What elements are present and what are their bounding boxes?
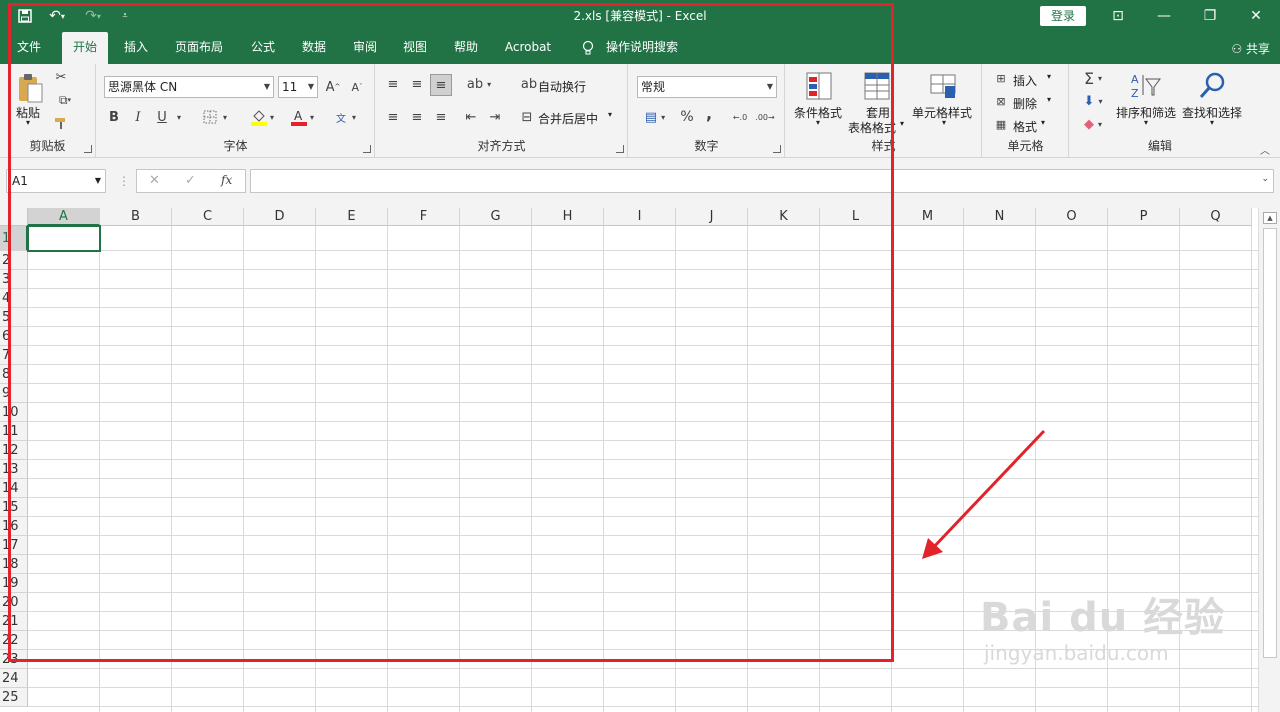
watermark-url: jingyan.baidu.com xyxy=(984,641,1169,665)
watermark-brand: Bai du 经验 xyxy=(980,595,1226,641)
baidu-jingyan-watermark: Bai du 经验 jingyan.baidu.com xyxy=(980,595,1225,665)
